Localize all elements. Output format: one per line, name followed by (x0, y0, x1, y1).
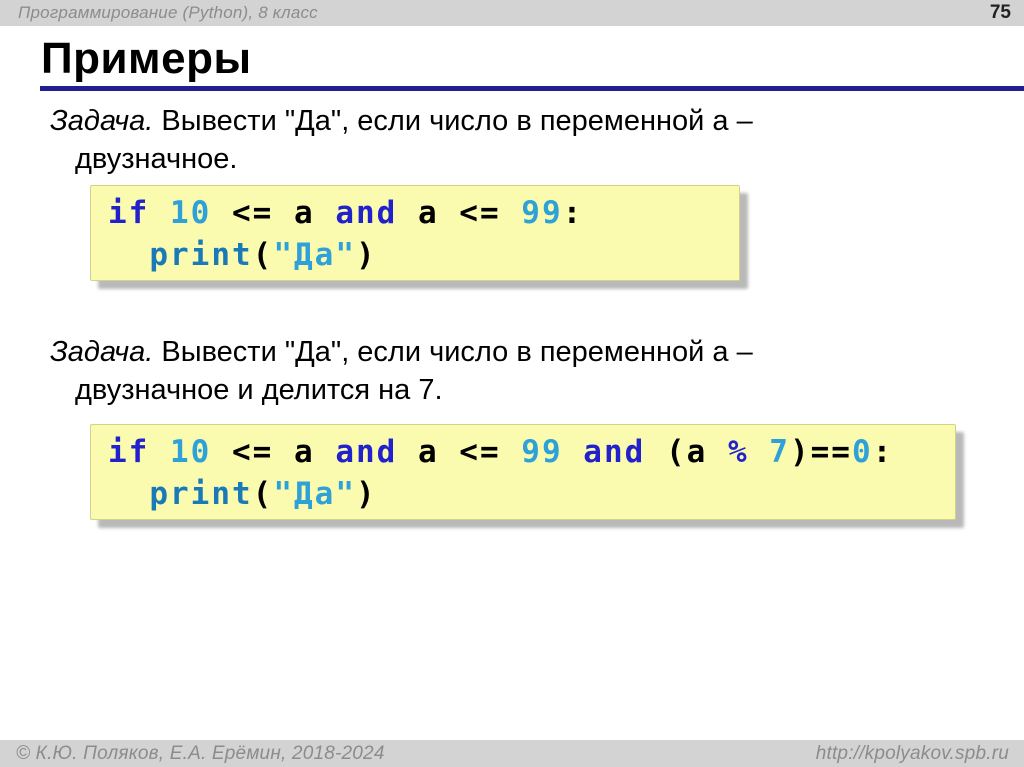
code-token-kw: and (583, 434, 645, 470)
code-token-pl: ( (253, 237, 274, 273)
code-token-pl: ( (253, 476, 274, 512)
task-text-line1: Задача. Вывести "Да", если число в перем… (50, 102, 950, 140)
code-token-pl: <= a (211, 195, 335, 231)
code-token-kw: % (728, 434, 749, 470)
code-line: print("Да") (108, 473, 955, 515)
code-token-pl (108, 476, 149, 512)
code-token-num: 0 (852, 434, 873, 470)
code-token-str: "Да" (273, 237, 356, 273)
code-token-pl: )== (790, 434, 852, 470)
code-token-pl: : (563, 195, 584, 231)
code-token-num: 7 (769, 434, 790, 470)
task-text-line1: Задача. Вывести "Да", если число в перем… (50, 333, 950, 371)
task-label: Задача. (50, 336, 153, 368)
code-token-num: 10 (170, 434, 211, 470)
code-token-fn: print (149, 237, 252, 273)
footer-copyright: © К.Ю. Поляков, Е.А. Ерёмин, 2018-2024 (16, 743, 385, 765)
task-paragraph-1: Задача. Вывести "Да", если число в перем… (50, 102, 950, 178)
task-label: Задача. (50, 105, 153, 137)
code-token-pl (563, 434, 584, 470)
footer-site-url[interactable]: http://kpolyakov.spb.ru (816, 743, 1009, 765)
code-token-num: 99 (521, 195, 562, 231)
code-box-1: if 10 <= a and a <= 99: print("Да") (90, 185, 740, 281)
header-course-title: Программирование (Python), 8 класс (18, 3, 318, 23)
code-line: if 10 <= a and a <= 99 and (a % 7)==0: (108, 431, 955, 473)
task-text: Вывести "Да", если число в переменной a … (153, 336, 752, 368)
task-text-line2: двузначное и делится на 7. (50, 371, 950, 409)
task-text: Вывести "Да", если число в переменной a … (153, 105, 752, 137)
code-token-pl (749, 434, 770, 470)
slide-title: Примеры (41, 34, 252, 84)
slide-page-number: 75 (990, 2, 1011, 24)
code-token-pl: a <= (397, 195, 521, 231)
code-token-pl: ) (356, 476, 377, 512)
code-token-pl: : (873, 434, 894, 470)
code-token-pl (149, 195, 170, 231)
task-paragraph-2: Задача. Вывести "Да", если число в перем… (50, 333, 950, 409)
code-token-num: 10 (170, 195, 211, 231)
code-token-kw: if (108, 195, 149, 231)
task-text-line2: двузначное. (50, 140, 950, 178)
code-token-pl (108, 237, 149, 273)
title-underline-rule (40, 86, 1024, 91)
code-token-str: "Да" (273, 476, 356, 512)
code-token-kw: and (335, 195, 397, 231)
code-line: print("Да") (108, 234, 739, 276)
footer-bar: © К.Ю. Поляков, Е.А. Ерёмин, 2018-2024 h… (0, 740, 1024, 767)
code-token-fn: print (149, 476, 252, 512)
code-box-2: if 10 <= a and a <= 99 and (a % 7)==0: p… (90, 424, 956, 520)
code-token-num: 99 (521, 434, 562, 470)
header-bar: Программирование (Python), 8 класс 75 (0, 0, 1024, 26)
code-token-pl: <= a (211, 434, 335, 470)
code-token-pl: ) (356, 237, 377, 273)
code-line: if 10 <= a and a <= 99: (108, 192, 739, 234)
code-token-kw: if (108, 434, 149, 470)
code-token-kw: and (335, 434, 397, 470)
code-token-pl: (a (645, 434, 728, 470)
code-token-pl: a <= (397, 434, 521, 470)
code-token-pl (149, 434, 170, 470)
